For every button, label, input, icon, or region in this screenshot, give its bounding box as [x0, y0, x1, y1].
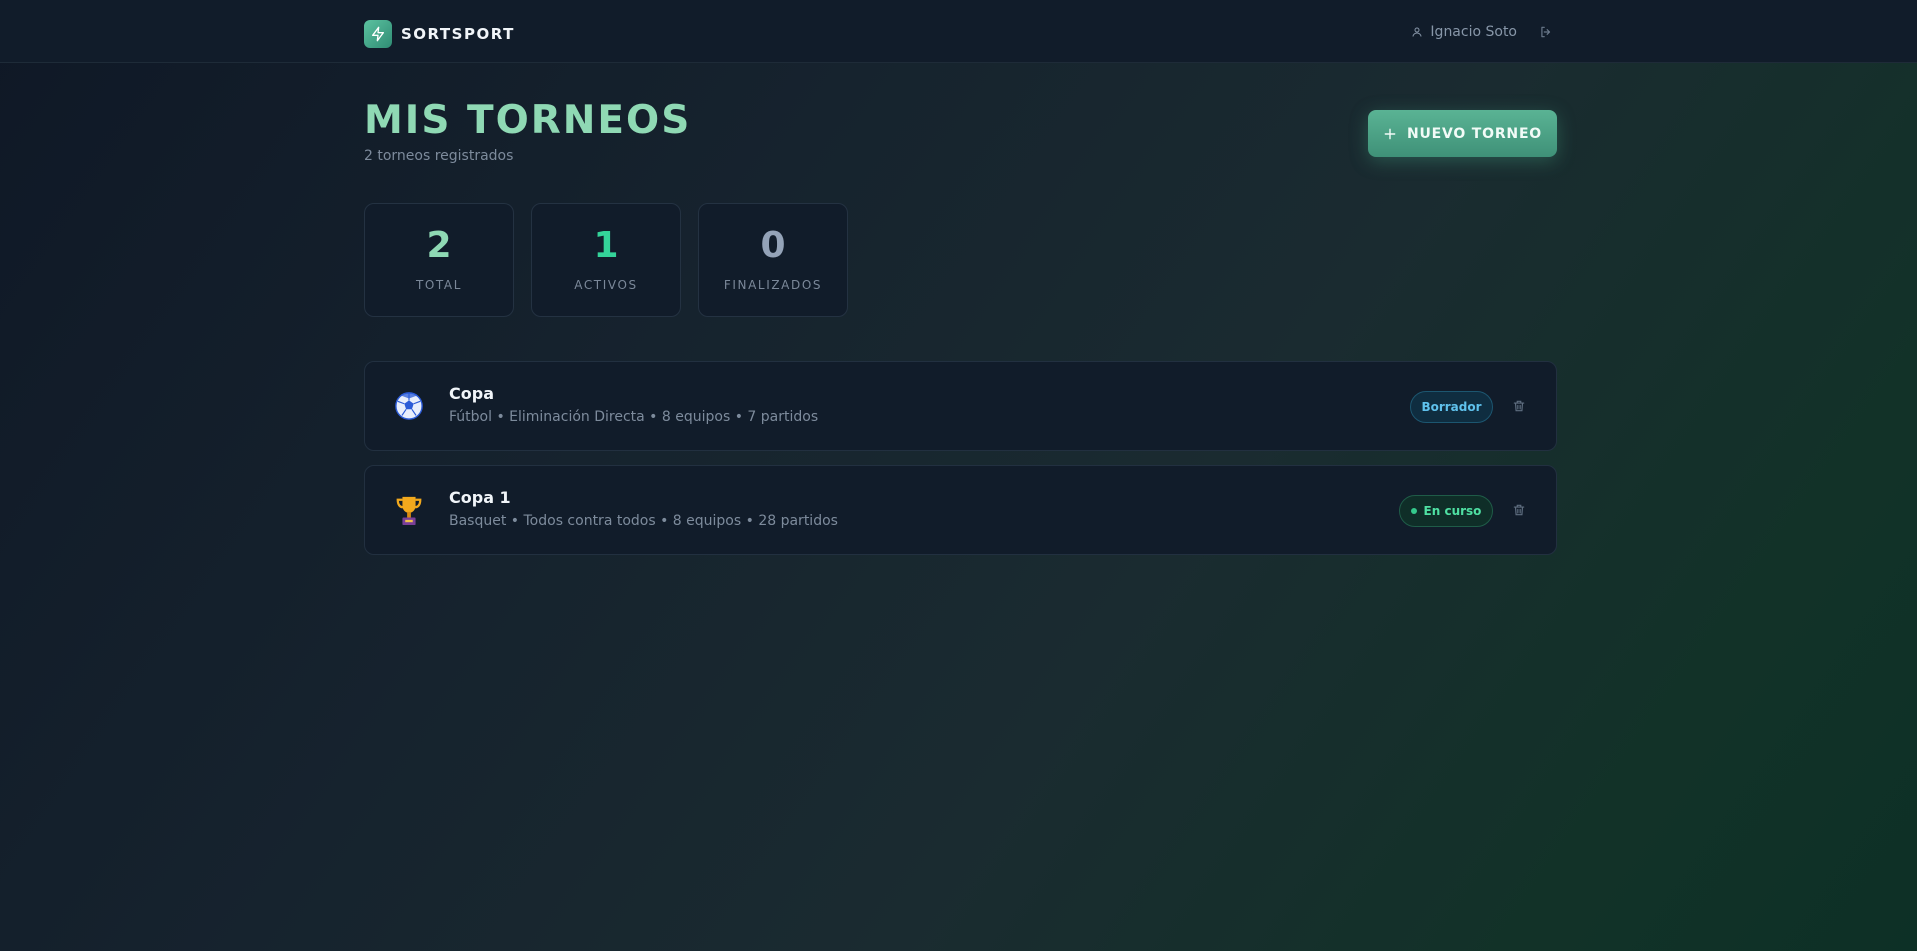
stat-card-finished: 0 FINALIZADOS: [698, 203, 848, 317]
stat-label: TOTAL: [415, 278, 463, 292]
tournament-card[interactable]: Copa 1 Basquet • Todos contra todos • 8 …: [364, 465, 1557, 555]
stat-value: 2: [426, 225, 452, 266]
brand[interactable]: SORTSPORT: [364, 20, 515, 48]
page-title: MIS TORNEOS: [364, 98, 692, 143]
brand-name: SORTSPORT: [401, 25, 515, 43]
soccer-ball-icon: [393, 390, 425, 422]
top-bar: SORTSPORT Ignacio Soto: [0, 0, 1917, 63]
status-badge: En curso: [1399, 495, 1493, 527]
page-subtitle: 2 torneos registrados: [364, 148, 514, 164]
user-name: Ignacio Soto: [1430, 24, 1517, 40]
stat-value: 1: [593, 225, 619, 266]
new-tournament-button[interactable]: NUEVO TORNEO: [1368, 110, 1557, 157]
trophy-icon: [393, 494, 425, 526]
stat-value: 0: [760, 225, 786, 266]
tournament-meta: Fútbol • Eliminación Directa • 8 equipos…: [449, 409, 819, 425]
logout-icon[interactable]: [1539, 25, 1553, 39]
new-tournament-label: NUEVO TORNEO: [1406, 125, 1543, 142]
stat-card-active: 1 ACTIVOS: [531, 203, 681, 317]
stat-label: FINALIZADOS: [723, 278, 823, 292]
tournament-name: Copa: [449, 384, 494, 403]
tournament-card[interactable]: Copa Fútbol • Eliminación Directa • 8 eq…: [364, 361, 1557, 451]
stat-label: ACTIVOS: [574, 278, 638, 292]
user-menu[interactable]: Ignacio Soto: [1411, 22, 1553, 42]
live-dot-icon: [1410, 508, 1417, 514]
trash-icon[interactable]: [1512, 502, 1528, 518]
trash-icon[interactable]: [1512, 398, 1528, 414]
status-badge-label: En curso: [1423, 504, 1482, 518]
stat-card-total: 2 TOTAL: [364, 203, 514, 317]
status-badge: Borrador: [1410, 391, 1493, 423]
tournament-name: Copa 1: [449, 488, 511, 507]
status-badge-label: Borrador: [1421, 400, 1482, 414]
user-icon: [1411, 26, 1423, 38]
lightning-logo-icon: [364, 20, 392, 48]
plus-icon: [1383, 127, 1397, 141]
tournament-meta: Basquet • Todos contra todos • 8 equipos…: [449, 513, 838, 529]
